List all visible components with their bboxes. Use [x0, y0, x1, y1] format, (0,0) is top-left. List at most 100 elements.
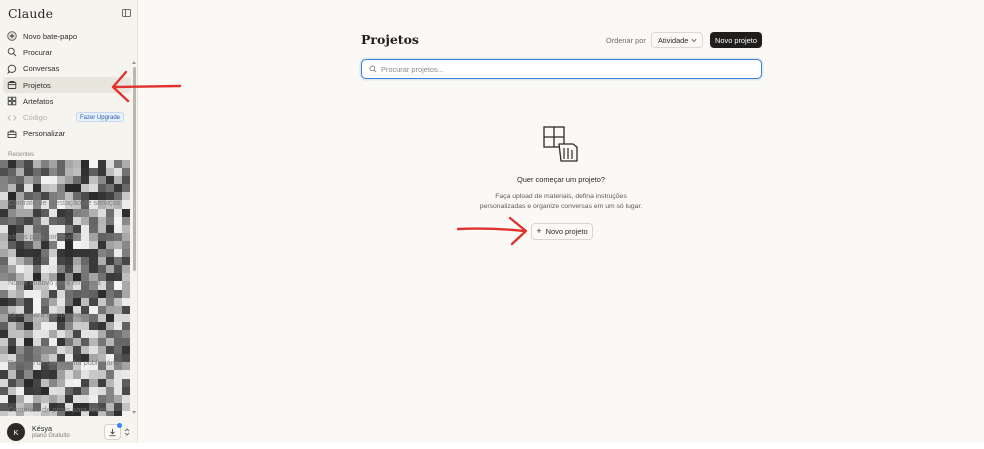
mosaic-cell: [48, 168, 57, 177]
mosaic-cell: [48, 329, 57, 339]
mosaic-cell: [16, 240, 25, 250]
search-input[interactable]: [381, 62, 751, 76]
brand-logo[interactable]: Claude: [8, 6, 53, 21]
mosaic-cell: [73, 249, 82, 258]
sidebar-item-label: Código: [23, 113, 48, 123]
recent-chat-item[interactable]: Contrato de prestação de serviços: [8, 198, 130, 207]
user-menu[interactable]: K Késya plano Gratuito: [7, 422, 135, 442]
sidebar-scrollbar-thumb[interactable]: [133, 67, 136, 271]
projects-empty-illustration-icon: [543, 126, 578, 162]
recent-chat-item[interactable]: Nome criativo para empresa: [8, 278, 130, 287]
mosaic-cell: [89, 346, 98, 355]
mosaic-cell: [8, 289, 17, 298]
sidebar-item-customize[interactable]: Personalizar: [3, 126, 131, 142]
sidebar-item-artifacts[interactable]: Artefatos: [3, 93, 131, 109]
mosaic-cell: [105, 257, 114, 266]
recent-chat-item[interactable]: Ideias para conteúdo: [8, 232, 130, 241]
mosaic-cell: [56, 176, 65, 185]
mosaic-cell: [113, 394, 122, 403]
mosaic-cell: [32, 289, 41, 298]
sidebar-nav: Novo bate-papo Procurar Conversas Projet…: [3, 28, 131, 142]
mosaic-cell: [89, 257, 98, 266]
user-plan: plano Gratuito: [32, 433, 70, 439]
mosaic-cell: [105, 208, 114, 217]
mosaic-cell: [32, 249, 41, 258]
mosaic-cell: [121, 168, 130, 177]
mosaic-cell: [73, 265, 82, 274]
mosaic-cell: [56, 160, 65, 169]
sidebar-item-label: Procurar: [23, 47, 53, 57]
mosaic-cell: [0, 305, 9, 314]
mosaic-cell: [0, 370, 9, 379]
mosaic-cell: [8, 184, 17, 193]
mosaic-cell: [81, 249, 90, 258]
mosaic-cell: [97, 378, 106, 387]
window-bottom-edge: [0, 443, 984, 449]
mosaic-cell: [65, 160, 74, 169]
mosaic-cell: [89, 338, 98, 347]
mosaic-cell: [0, 257, 9, 266]
sidebar-toggle-icon[interactable]: [122, 9, 131, 17]
chevron-up-down-icon[interactable]: [124, 427, 130, 437]
mosaic-cell: [0, 362, 9, 371]
mosaic-cell: [8, 208, 17, 217]
mosaic-cell: [113, 289, 122, 298]
sidebar-item-code[interactable]: Código Fazer Upgrade: [3, 109, 131, 125]
scroll-up-icon[interactable]: [132, 61, 136, 64]
upgrade-badge[interactable]: Fazer Upgrade: [75, 112, 124, 123]
mosaic-cell: [0, 184, 9, 193]
mosaic-cell: [97, 386, 106, 395]
mosaic-cell: [121, 297, 130, 306]
mosaic-cell: [73, 394, 82, 403]
sort-dropdown[interactable]: Atividade: [651, 32, 703, 48]
mosaic-cell: [89, 184, 98, 193]
recent-chat-item[interactable]: Ideias para campanha: [8, 310, 130, 319]
mosaic-cell: [32, 160, 41, 169]
mosaic-cell: [32, 378, 41, 387]
mosaic-cell: [0, 216, 9, 225]
mosaic-cell: [65, 168, 74, 177]
mosaic-cell: [8, 394, 17, 403]
mosaic-cell: [97, 329, 106, 339]
project-search[interactable]: [361, 59, 762, 79]
mosaic-cell: [89, 321, 98, 330]
mosaic-cell: [65, 321, 74, 330]
mosaic-cell: [40, 265, 49, 274]
avatar[interactable]: K: [7, 423, 25, 441]
new-project-empty-button[interactable]: + Novo projeto: [531, 223, 593, 240]
mosaic-cell: [81, 168, 90, 177]
mosaic-cell: [73, 184, 82, 193]
mosaic-cell: [0, 168, 9, 177]
mosaic-cell: [16, 249, 25, 258]
mosaic-cell: [40, 184, 49, 193]
recent-chat-item[interactable]: Conteúdo de posts para redes: [8, 405, 130, 414]
mosaic-cell: [89, 176, 98, 185]
mosaic-cell: [121, 346, 130, 355]
chevron-down-icon: [691, 38, 697, 43]
mosaic-cell: [105, 265, 114, 274]
recent-chat-item[interactable]: Revisão de campanha publicitária: [8, 358, 130, 367]
mosaic-cell: [16, 184, 25, 193]
sidebar-item-new-chat[interactable]: Novo bate-papo: [3, 28, 131, 44]
sidebar-item-conversations[interactable]: Conversas: [3, 61, 131, 77]
mosaic-cell: [24, 321, 33, 330]
mosaic-cell: [81, 208, 90, 217]
mosaic-cell: [48, 216, 57, 225]
mosaic-cell: [65, 216, 74, 225]
mosaic-cell: [65, 265, 74, 274]
mosaic-cell: [97, 321, 106, 330]
scroll-down-icon[interactable]: [132, 411, 136, 414]
mosaic-cell: [97, 346, 106, 355]
mosaic-cell: [32, 240, 41, 250]
mosaic-cell: [105, 240, 114, 250]
mosaic-cell: [40, 329, 49, 339]
mosaic-cell: [65, 338, 74, 347]
new-project-button[interactable]: Novo projeto: [710, 32, 762, 48]
mosaic-cell: [16, 160, 25, 169]
sidebar: Claude Novo bate-papo Procurar Conversas: [0, 0, 138, 443]
mosaic-cell: [32, 208, 41, 217]
sidebar-item-projects[interactable]: Projetos: [3, 76, 131, 94]
sidebar-item-search[interactable]: Procurar: [3, 44, 131, 60]
mosaic-cell: [8, 297, 17, 306]
mosaic-cell: [32, 329, 41, 339]
